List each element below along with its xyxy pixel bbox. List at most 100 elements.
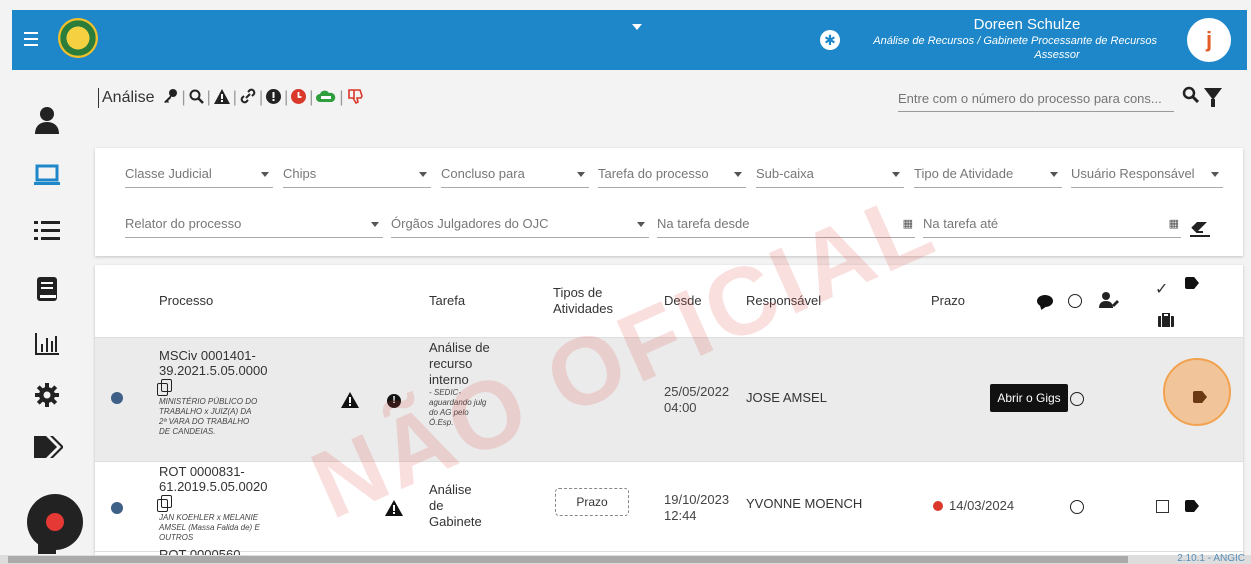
copy-icon[interactable] xyxy=(157,495,172,512)
search-input[interactable] xyxy=(898,86,1174,110)
version-label: 2.10.1 - ANGIC xyxy=(1177,553,1245,564)
calendar-icon[interactable]: ▦ xyxy=(903,214,913,234)
tag-icon[interactable] xyxy=(1185,500,1199,512)
responsible-cell: JOSE AMSEL xyxy=(746,390,827,405)
header-desde[interactable]: Desde xyxy=(664,293,702,308)
hamburger-icon[interactable] xyxy=(24,32,38,46)
top-bar: ✱ Doreen Schulze Análise de Recursos / G… xyxy=(12,10,1247,70)
tag-icon[interactable] xyxy=(1185,277,1199,289)
subcaixa-select[interactable]: Sub-caixa xyxy=(756,164,904,188)
task-cell[interactable]: Análise de recurso interno - SEDIC- agua… xyxy=(429,340,493,428)
tooltip: Abrir o Gigs xyxy=(990,384,1068,412)
classe-judicial-select[interactable]: Classe Judicial xyxy=(125,164,273,188)
user-info[interactable]: Doreen Schulze Análise de Recursos / Gab… xyxy=(797,16,1157,62)
app-logo[interactable]: j xyxy=(1187,18,1231,62)
table-row[interactable]: MSCiv 0001401- 39.2021.5.05.0000 MINISTÉ… xyxy=(95,337,1243,461)
exclamation-icon[interactable]: ! xyxy=(387,394,401,408)
chevron-down-icon xyxy=(1211,172,1219,177)
chevron-down-icon xyxy=(577,172,585,177)
thumbs-down-icon[interactable] xyxy=(347,88,363,108)
record-button[interactable] xyxy=(27,494,83,550)
magnifier-icon[interactable] xyxy=(189,89,204,108)
chart-icon[interactable] xyxy=(33,332,61,360)
clock-alert-icon[interactable] xyxy=(291,88,307,108)
header-responsavel[interactable]: Responsável xyxy=(746,293,821,308)
chevron-down-icon xyxy=(892,172,900,177)
process-parties: MINISTÉRIO PÚBLICO DO TRABALHO x JUIZ(A)… xyxy=(159,397,258,436)
filters-panel: Classe Judicial Chips Concluso para Tare… xyxy=(95,148,1243,256)
process-table: Processo Tarefa Tipos de Atividades Desd… xyxy=(95,265,1243,555)
circle-icon[interactable] xyxy=(1068,294,1082,308)
warning-icon[interactable] xyxy=(341,392,359,413)
calendar-icon[interactable]: ▦ xyxy=(1169,214,1179,234)
user-subrole: Assessor xyxy=(1034,49,1080,61)
header-tipos[interactable]: Tipos de Atividades xyxy=(553,285,623,317)
process-number[interactable]: ROT 0000560- xyxy=(159,547,279,555)
chevron-down-icon xyxy=(371,222,379,227)
orgaos-select[interactable]: Órgãos Julgadores do OJC xyxy=(391,214,649,238)
status-dot-icon[interactable] xyxy=(111,502,123,514)
filter-icon[interactable] xyxy=(1204,88,1222,107)
chevron-down-icon xyxy=(1050,172,1058,177)
since-cell: 25/05/2022 04:00 xyxy=(664,384,730,415)
chevron-down-icon xyxy=(734,172,742,177)
user-name: Doreen Schulze xyxy=(973,16,1081,33)
coat-of-arms-logo[interactable] xyxy=(58,18,98,58)
since-cell: 19/10/2023 12:44 xyxy=(664,492,730,523)
chevron-down-icon[interactable] xyxy=(632,24,642,30)
check-icon[interactable]: ✓ xyxy=(1155,279,1168,299)
cloud-icon[interactable] xyxy=(316,89,336,107)
warning-icon[interactable] xyxy=(385,500,403,521)
header-prazo[interactable]: Prazo xyxy=(931,293,965,308)
process-number[interactable]: ROT 0000831- 61.2019.5.05.0020 JAN KOEHL… xyxy=(157,464,269,543)
key-icon[interactable] xyxy=(162,88,178,108)
chips-select[interactable]: Chips xyxy=(283,164,431,188)
circle-icon[interactable] xyxy=(1070,500,1084,514)
eraser-icon[interactable] xyxy=(1190,220,1210,243)
process-search[interactable] xyxy=(898,86,1174,112)
tarefa-select[interactable]: Tarefa do processo xyxy=(598,164,746,188)
text-cursor xyxy=(98,88,99,108)
activity-type-chip[interactable]: Prazo xyxy=(555,488,629,516)
process-parties: JAN KOEHLER x MELANIE AMSEL (Massa Falid… xyxy=(159,513,260,542)
clock-alert-icon xyxy=(933,501,943,511)
header-processo[interactable]: Processo xyxy=(159,293,213,308)
search-icon[interactable] xyxy=(1182,86,1200,108)
list-icon[interactable] xyxy=(33,219,61,247)
laptop-icon[interactable] xyxy=(33,163,61,191)
tipo-atividade-select[interactable]: Tipo de Atividade xyxy=(914,164,1062,188)
assign-user-icon[interactable] xyxy=(1099,291,1119,314)
gear-icon[interactable] xyxy=(33,382,61,410)
page-title: Análise xyxy=(102,89,155,106)
scrollbar-thumb[interactable] xyxy=(8,556,1128,563)
usuario-select[interactable]: Usuário Responsável xyxy=(1071,164,1223,188)
horizontal-scrollbar[interactable] xyxy=(0,555,1251,564)
exclamation-icon[interactable] xyxy=(266,88,282,108)
tags-icon[interactable] xyxy=(33,434,64,462)
table-row[interactable]: ROT 0000831- 61.2019.5.05.0020 JAN KOEHL… xyxy=(95,461,1243,551)
comment-icon[interactable] xyxy=(1037,295,1053,307)
concluso-select[interactable]: Concluso para xyxy=(441,164,589,188)
process-number[interactable]: MSCiv 0001401- 39.2021.5.05.0000 MINISTÉ… xyxy=(157,348,269,437)
task-cell[interactable]: Análise de Gabinete xyxy=(429,482,489,530)
book-icon[interactable] xyxy=(33,276,61,304)
copy-icon[interactable] xyxy=(157,379,172,396)
chevron-down-icon xyxy=(419,172,427,177)
ate-date-field[interactable]: Na tarefa até ▦ xyxy=(923,214,1181,238)
relator-select[interactable]: Relator do processo xyxy=(125,214,383,238)
user-role: Análise de Recursos / Gabinete Processan… xyxy=(873,35,1157,47)
chevron-down-icon xyxy=(637,222,645,227)
warning-icon[interactable] xyxy=(213,88,230,108)
briefcase-icon[interactable] xyxy=(1158,312,1174,332)
row-checkbox[interactable] xyxy=(1156,500,1169,513)
link-icon[interactable] xyxy=(240,88,256,108)
user-icon[interactable] xyxy=(33,106,61,134)
deadline-cell: 14/03/2024 xyxy=(933,498,1014,513)
responsible-cell: YVONNE MOENCH xyxy=(746,496,863,511)
desde-date-field[interactable]: Na tarefa desde ▦ xyxy=(657,214,915,238)
chevron-down-icon xyxy=(261,172,269,177)
analysis-toolbar: Análise | | | | | | | xyxy=(98,88,363,108)
circle-icon[interactable] xyxy=(1070,392,1084,406)
header-tarefa[interactable]: Tarefa xyxy=(429,293,465,308)
status-dot-icon[interactable] xyxy=(111,392,123,404)
